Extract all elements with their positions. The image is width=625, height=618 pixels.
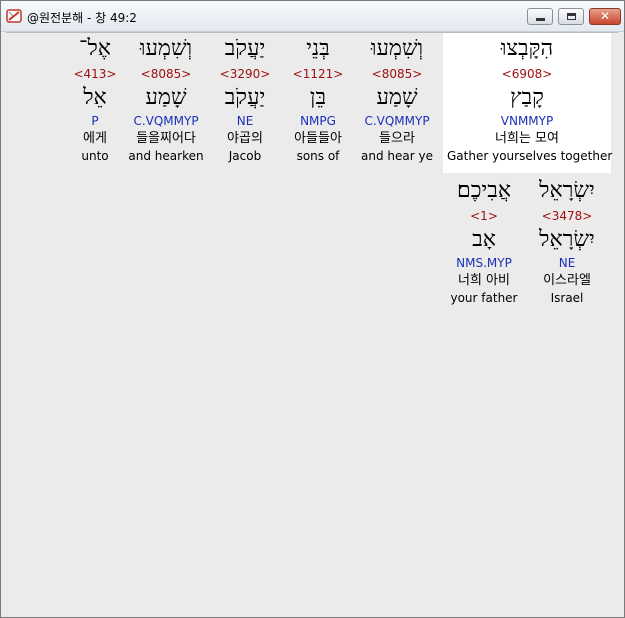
english-gloss: and hearken [128, 149, 204, 163]
hebrew-lemma: שָׁמַע [376, 85, 418, 110]
hebrew-lemma: אֵל [83, 85, 107, 110]
hebrew-lemma: אָב [472, 227, 496, 252]
strong-number[interactable]: <3290> [205, 64, 285, 84]
hebrew-word: בְּנֵי [306, 36, 330, 61]
english-gloss: Jacob [228, 149, 262, 163]
morphology-code: NMPG [300, 114, 336, 128]
maximize-button[interactable] [558, 8, 584, 25]
strong-number[interactable]: <3478> [527, 206, 607, 226]
korean-gloss: 에게 [83, 131, 107, 146]
hebrew-word: יִשְׂרָאֵל [539, 178, 595, 203]
minimize-button[interactable] [527, 8, 553, 25]
app-window: @원전분해 - 창 49:2 ✕ הִקָּבְצוּ <6908> קָבַץ… [0, 0, 625, 618]
close-icon: ✕ [599, 9, 611, 23]
strong-number[interactable]: <1121> [278, 64, 358, 84]
morphology-code: NE [558, 256, 576, 270]
english-gloss: Israel [550, 291, 584, 305]
korean-gloss: 이스라엘 [543, 273, 591, 288]
title-bar[interactable]: @원전분해 - 창 49:2 ✕ [1, 1, 624, 32]
strong-number[interactable]: <8085> [357, 64, 437, 84]
hebrew-lemma: יַעֲקֹב [224, 85, 266, 110]
analysis-panel: הִקָּבְצוּ <6908> קָבַץ VNMMYP 너희는 모여 Ga… [6, 32, 618, 611]
english-gloss: unto [81, 149, 109, 163]
korean-gloss: 들으라 [379, 131, 415, 146]
korean-gloss: 너희는 모여 [495, 131, 559, 146]
word-column[interactable]: אֲבִיכֶם׃ <1> אָב NMS.MYP 너희 아비 your fat… [444, 176, 524, 306]
hebrew-lemma: שָׁמַע [145, 85, 187, 110]
word-column[interactable]: יִשְׂרָאֵל <3478> יִשְׂרָאֵל NE 이스라엘 Isr… [527, 176, 607, 306]
strong-number[interactable]: <8085> [126, 64, 206, 84]
english-gloss: Gather yourselves together [447, 149, 613, 163]
korean-gloss: 아들들아 [294, 131, 342, 146]
hebrew-lemma: יִשְׂרָאֵל [539, 227, 595, 252]
minimize-icon [536, 18, 545, 21]
korean-gloss: 너희 아비 [458, 273, 510, 288]
morphology-code: NE [236, 114, 254, 128]
hebrew-word: הִקָּבְצוּ [500, 36, 554, 61]
english-gloss: sons of [296, 149, 340, 163]
word-column[interactable]: אֶל־ <413> אֵל P 에게 unto [60, 34, 130, 164]
maximize-icon [567, 13, 576, 20]
word-column[interactable]: וְשִׁמְעוּ <8085> שָׁמַע C.VQMMYP 들으라 an… [357, 34, 437, 164]
morphology-code: NMS.MYP [456, 256, 512, 270]
word-column[interactable]: יַעֲקֹב <3290> יַעֲקֹב NE 야곱의 Jacob [205, 34, 285, 164]
bible-app-icon [6, 9, 22, 23]
word-column[interactable]: הִקָּבְצוּ <6908> קָבַץ VNMMYP 너희는 모여 Ga… [447, 34, 613, 164]
korean-gloss: 들을찌어다 [136, 131, 196, 146]
word-column[interactable]: וְשִׁמְעוּ <8085> שָׁמַע C.VQMMYP 들을찌어다 … [126, 34, 206, 164]
close-button[interactable]: ✕ [589, 8, 621, 25]
hebrew-word: יַעֲקֹב [224, 36, 266, 61]
hebrew-lemma: קָבַץ [510, 85, 544, 110]
hebrew-word: וְשִׁמְעוּ [370, 36, 424, 61]
english-gloss: and hear ye [361, 149, 433, 163]
morphology-code: C.VQMMYP [133, 114, 199, 128]
strong-number[interactable]: <1> [444, 206, 524, 226]
english-gloss: your father [450, 291, 518, 305]
hebrew-word: אֲבִיכֶם׃ [456, 178, 512, 203]
hebrew-lemma: בֵּן [309, 85, 327, 110]
korean-gloss: 야곱의 [227, 131, 263, 146]
hebrew-word: אֶל־ [79, 36, 111, 61]
word-column[interactable]: בְּנֵי <1121> בֵּן NMPG 아들들아 sons of [278, 34, 358, 164]
morphology-code: VNMMYP [500, 114, 554, 128]
window-title: @원전분해 - 창 49:2 [27, 11, 137, 25]
morphology-code: P [91, 114, 99, 128]
morphology-code: C.VQMMYP [364, 114, 430, 128]
strong-number[interactable]: <6908> [447, 64, 607, 84]
strong-number[interactable]: <413> [60, 64, 130, 84]
hebrew-word: וְשִׁמְעוּ [139, 36, 193, 61]
